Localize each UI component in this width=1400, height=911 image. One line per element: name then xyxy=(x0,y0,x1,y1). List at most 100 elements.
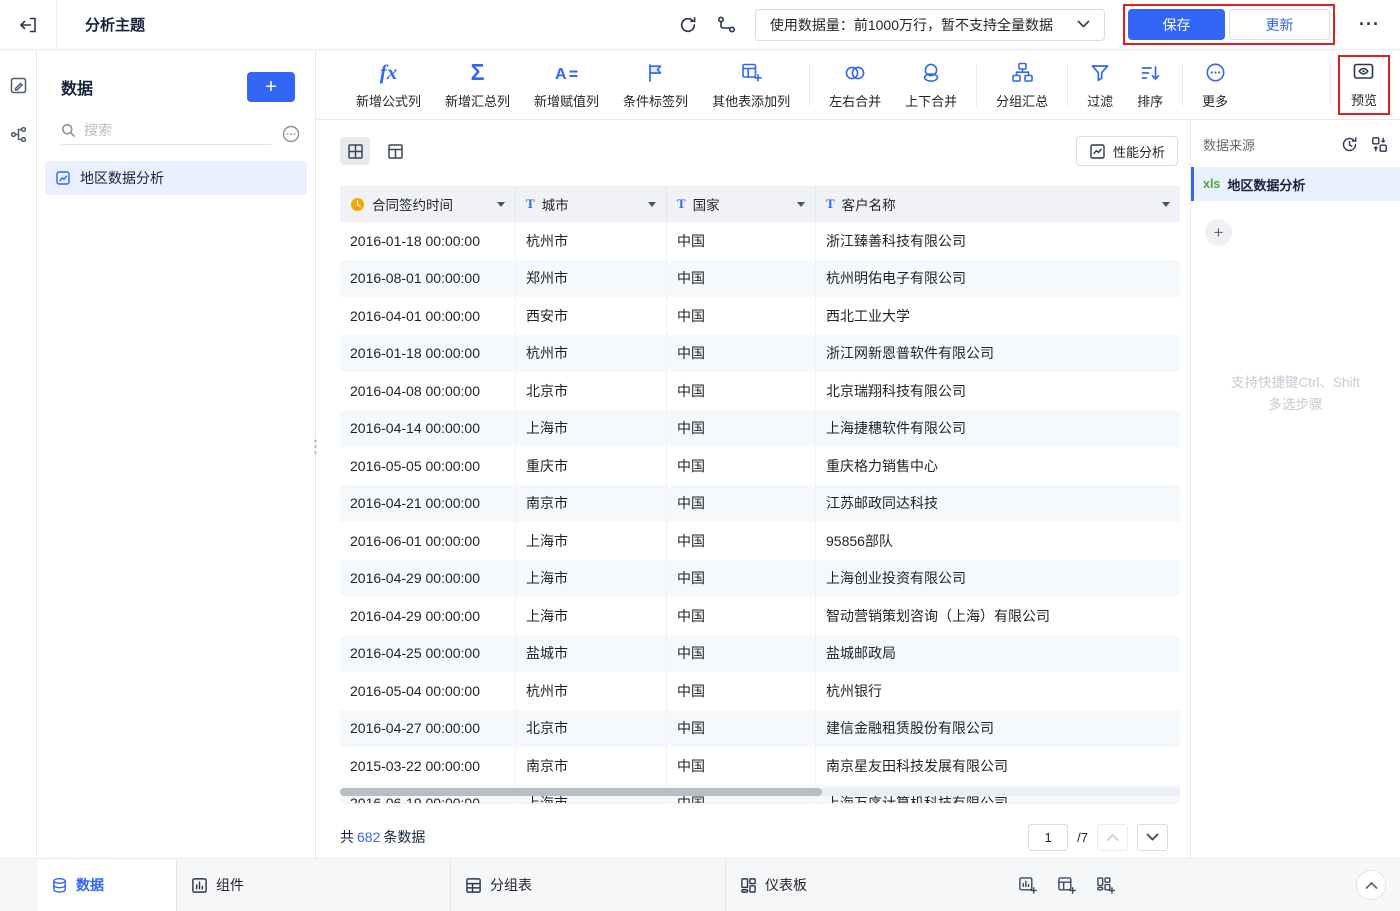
table-row[interactable]: 2016-06-01 00:00:00 上海市 中国 95856部队 xyxy=(340,522,1180,560)
more-menu-icon[interactable]: ··· xyxy=(1353,14,1386,35)
search-options-icon[interactable] xyxy=(281,124,301,144)
toolbar-other-table-add-column[interactable]: 其他表添加列 xyxy=(700,60,802,110)
table-row[interactable]: 2016-01-18 00:00:00 杭州市 中国 浙江网新恩普软件有限公司 xyxy=(340,334,1180,372)
cell-country: 中国 xyxy=(667,484,816,522)
toolbar-add-summary-column[interactable]: Σ 新增汇总列 xyxy=(433,60,522,110)
add-dashboard-icon[interactable] xyxy=(1096,876,1115,895)
grid-view-toggle[interactable] xyxy=(340,137,370,165)
horizontal-scrollbar[interactable] xyxy=(340,788,1180,796)
page-number-input[interactable] xyxy=(1028,823,1069,851)
tab-dashboard[interactable]: 仪表板 xyxy=(726,859,821,911)
update-button[interactable]: 更新 xyxy=(1229,9,1331,40)
next-page-button[interactable] xyxy=(1137,823,1168,851)
collapse-bottom-bar-button[interactable] xyxy=(1356,870,1386,900)
table-row[interactable]: 2016-01-18 00:00:00 杭州市 中国 浙江臻善科技有限公司 xyxy=(340,222,1180,260)
add-group-table-icon[interactable] xyxy=(1057,876,1076,895)
column-label: 国家 xyxy=(692,198,720,213)
bottom-tab-bar: 数据 组件 分组表 仪表板 xyxy=(0,858,1400,911)
cell-customer: 95856部队 xyxy=(826,532,893,549)
table-row[interactable]: 2016-04-08 00:00:00 北京市 中国 北京瑞翔科技有限公司 xyxy=(340,372,1180,410)
cell-country: 中国 xyxy=(667,447,816,485)
cell-customer: 上海创业投资有限公司 xyxy=(826,570,966,587)
table-row[interactable]: 2016-04-27 00:00:00 北京市 中国 建信金融租赁股份有限公司 xyxy=(340,709,1180,747)
toolbar-divider xyxy=(976,63,978,106)
column-menu-caret[interactable] xyxy=(648,201,656,207)
toolbar-label: 排序 xyxy=(1137,93,1164,109)
table-row[interactable]: 2016-04-21 00:00:00 南京市 中国 江苏邮政同达科技 xyxy=(340,484,1180,522)
exit-icon xyxy=(18,15,38,35)
cell-country: 中国 xyxy=(667,672,816,710)
data-panel-title: 数据 xyxy=(61,81,94,98)
tab-component[interactable]: 组件 xyxy=(177,859,258,911)
cell-city: 杭州市 xyxy=(516,222,667,260)
toolbar-preview[interactable]: 预览 xyxy=(1347,59,1381,109)
venn-vertical-icon xyxy=(920,60,942,86)
panel-resize-handle[interactable]: ⋮ xyxy=(307,438,324,455)
table-row[interactable]: 2016-04-29 00:00:00 上海市 中国 上海创业投资有限公司 xyxy=(340,559,1180,597)
edit-data-panel-icon[interactable] xyxy=(9,76,28,95)
tab-data[interactable]: 数据 xyxy=(37,859,176,911)
switch-layout-icon[interactable] xyxy=(1371,136,1388,153)
previous-page-button[interactable] xyxy=(1097,823,1128,851)
dataset-item-selected[interactable]: 地区数据分析 xyxy=(45,161,307,195)
xls-file-icon: xls xyxy=(1203,177,1221,191)
edit-toolbar: fx 新增公式列 Σ 新增汇总列 A 新增赋值列 条件标签列 其他表添加列 左右… xyxy=(316,50,1400,120)
assign-value-icon: A xyxy=(554,60,580,86)
horizontal-scrollbar-thumb[interactable] xyxy=(340,788,822,796)
cell-country: 中国 xyxy=(667,372,816,410)
table-row[interactable]: 2015-03-22 00:00:00 南京市 中国 南京星友田科技发展有限公司 xyxy=(340,747,1180,785)
text-field-icon: T xyxy=(677,196,686,211)
toolbar-merge-top-bottom[interactable]: 上下合并 xyxy=(893,60,969,110)
column-header-country[interactable]: T 国家 xyxy=(667,186,816,222)
toolbar-more[interactable]: 更多 xyxy=(1190,60,1240,110)
flow-steps-panel-icon[interactable] xyxy=(9,125,28,144)
column-header-customer[interactable]: T 客户名称 xyxy=(816,186,1180,222)
column-label: 客户名称 xyxy=(841,198,896,213)
table-row[interactable]: 2016-08-01 00:00:00 郑州市 中国 杭州明佑电子有限公司 xyxy=(340,259,1180,297)
database-icon xyxy=(51,877,68,894)
column-header-city[interactable]: T 城市 xyxy=(516,186,667,222)
table-row[interactable]: 2016-04-29 00:00:00 上海市 中国 智动营销策划咨询（上海）有… xyxy=(340,597,1180,635)
lineage-flow-icon[interactable] xyxy=(716,14,737,35)
add-dataset-button[interactable]: + xyxy=(247,72,295,102)
tab-label: 仪表板 xyxy=(765,877,807,893)
toolbar-filter[interactable]: 过滤 xyxy=(1075,60,1125,110)
data-usage-selector[interactable]: 使用数据量：前1000万行，暂不支持全量数据 xyxy=(754,8,1106,41)
save-button[interactable]: 保存 xyxy=(1128,9,1226,40)
cell-city: 重庆市 xyxy=(516,447,667,485)
column-menu-caret[interactable] xyxy=(1162,201,1170,207)
table-row[interactable]: 2016-04-25 00:00:00 盐城市 中国 盐城邮政局 xyxy=(340,634,1180,672)
add-component-icon[interactable] xyxy=(1018,876,1037,895)
source-step-selected[interactable]: xls 地区数据分析 xyxy=(1191,167,1400,201)
more-circle-icon xyxy=(1204,60,1227,86)
cell-customer: 江苏邮政同达科技 xyxy=(826,495,938,512)
svg-text:A: A xyxy=(555,66,567,83)
toolbar-group-summary[interactable]: 分组汇总 xyxy=(984,60,1060,110)
dataset-sheet-icon xyxy=(55,170,71,186)
exit-button[interactable] xyxy=(0,0,57,49)
table-row[interactable]: 2016-04-01 00:00:00 西安市 中国 西北工业大学 xyxy=(340,297,1180,335)
history-icon[interactable] xyxy=(1341,136,1358,153)
table-row[interactable]: 2016-05-05 00:00:00 重庆市 中国 重庆格力销售中心 xyxy=(340,447,1180,485)
toolbar-label: 左右合并 xyxy=(829,93,882,109)
cell-contract-date: 2016-05-04 00:00:00 xyxy=(340,672,516,710)
column-menu-caret[interactable] xyxy=(497,201,505,207)
column-menu-caret[interactable] xyxy=(797,201,805,207)
header-actions: 使用数据量：前1000万行，暂不支持全量数据 保存 更新 ··· xyxy=(678,4,1400,45)
toolbar-sort[interactable]: 排序 xyxy=(1125,60,1175,110)
data-source-panel: 数据来源 xls 地区数据分析 + 支持快捷键Ctrl、Shift 多选步骤 xyxy=(1190,120,1400,858)
column-view-toggle[interactable] xyxy=(380,137,410,165)
toolbar-condition-tag-column[interactable]: 条件标签列 xyxy=(611,60,700,110)
search-input[interactable] xyxy=(84,122,271,138)
refresh-icon[interactable] xyxy=(678,15,698,35)
tab-group-table[interactable]: 分组表 xyxy=(451,859,546,911)
add-step-button[interactable]: + xyxy=(1205,219,1232,246)
toolbar-merge-left-right[interactable]: 左右合并 xyxy=(817,60,893,110)
cell-city: 上海市 xyxy=(516,522,667,560)
column-header-contract-date[interactable]: 合同签约时间 xyxy=(340,186,516,222)
performance-analysis-button[interactable]: 性能分析 xyxy=(1075,136,1178,166)
toolbar-add-value-column[interactable]: A 新增赋值列 xyxy=(522,60,611,110)
table-row[interactable]: 2016-04-14 00:00:00 上海市 中国 上海捷穗软件有限公司 xyxy=(340,409,1180,447)
table-row[interactable]: 2016-05-04 00:00:00 杭州市 中国 杭州银行 xyxy=(340,672,1180,710)
toolbar-add-formula-column[interactable]: fx 新增公式列 xyxy=(344,60,433,110)
